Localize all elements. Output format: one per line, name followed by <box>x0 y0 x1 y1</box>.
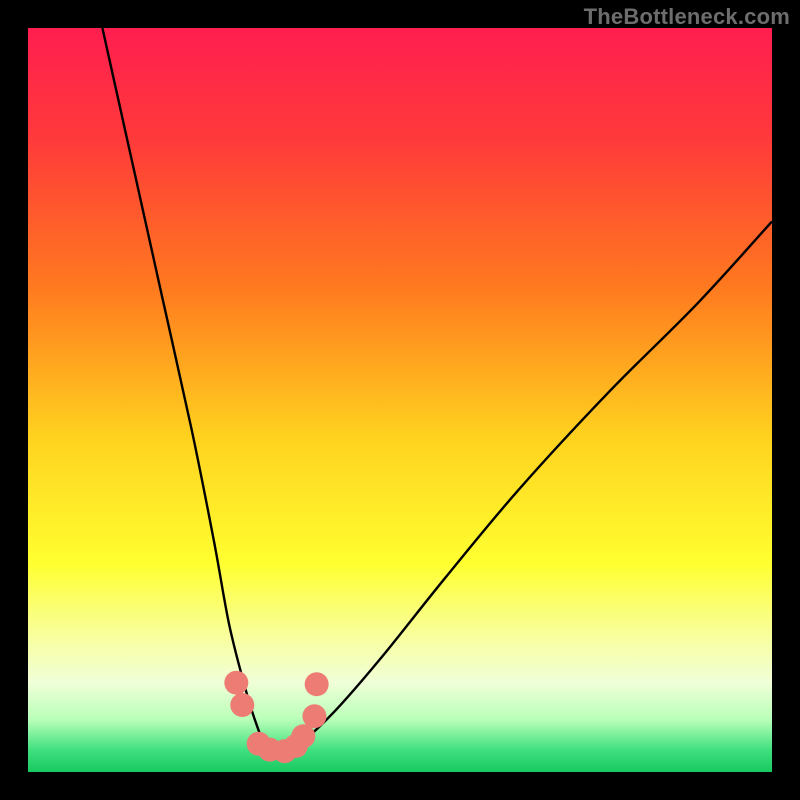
data-marker <box>302 704 326 728</box>
gradient-background <box>28 28 772 772</box>
data-marker <box>224 671 248 695</box>
bottleneck-chart <box>28 28 772 772</box>
chart-frame <box>28 28 772 772</box>
data-marker <box>291 724 315 748</box>
data-marker <box>305 672 329 696</box>
data-marker <box>230 693 254 717</box>
watermark-text: TheBottleneck.com <box>584 4 790 30</box>
